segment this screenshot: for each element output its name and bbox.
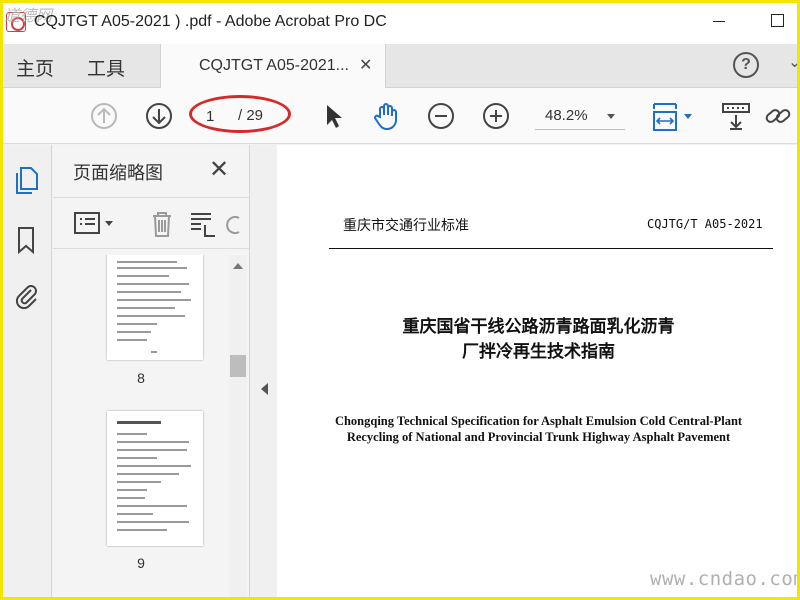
previous-page-icon[interactable] (88, 100, 120, 132)
document-tab[interactable]: CQJTGT A05-2021... ✕ (160, 44, 386, 88)
document-header-left: 重庆市交通行业标准 (343, 218, 469, 234)
options-menu-icon[interactable] (73, 210, 117, 238)
thumbnail-page-number: 8 (137, 370, 145, 386)
page-thumbnail-9[interactable] (107, 411, 203, 546)
menu-home[interactable]: 主页 (16, 54, 54, 81)
document-title-chinese: 重庆国省干线公路沥青路面乳化沥青 厂拌冷再生技术指南 (277, 315, 800, 365)
zoom-dropdown[interactable]: 48.2% (535, 102, 625, 130)
page-thumbnail-8[interactable] (107, 255, 203, 360)
page-thumbnails-panel: 页面缩略图 ✕ 8 9 (53, 145, 249, 600)
document-title-english-line2: Recycling of National and Provincial Tru… (346, 430, 731, 444)
scroll-mode-icon[interactable] (720, 100, 752, 132)
thumbnail-page-number: 9 (137, 555, 145, 571)
zoom-out-icon[interactable] (425, 100, 457, 132)
menu-tools[interactable]: 工具 (87, 54, 125, 81)
zoom-value: 48.2% (545, 107, 588, 124)
thumbnail-scrollbar[interactable] (229, 255, 247, 600)
window-title: CQJTGT A05-2021 ) .pdf - Adobe Acrobat P… (34, 13, 387, 30)
page-thumbnails-icon[interactable] (12, 165, 40, 195)
help-icon[interactable]: ? (733, 52, 759, 78)
menu-bar: 主页 工具 CQJTGT A05-2021... ✕ ? ⌄ (0, 44, 800, 88)
attachments-icon[interactable] (12, 280, 40, 310)
document-title-english: Chongqing Technical Specification for As… (277, 413, 800, 445)
title-bar: 道德网 CQJTGT A05-2021 ) .pdf - Adobe Acrob… (0, 0, 800, 44)
maximize-button[interactable] (768, 10, 788, 30)
bookmarks-icon[interactable] (12, 225, 40, 255)
share-link-icon[interactable] (762, 100, 794, 132)
panel-toolbar (53, 197, 249, 249)
delete-page-icon[interactable] (147, 210, 177, 238)
site-watermark: www.cndao.com (650, 568, 800, 590)
panel-collapse-strip[interactable] (249, 145, 277, 600)
panel-title: 页面缩略图 (73, 163, 163, 183)
rotate-page-icon[interactable] (225, 210, 245, 238)
minimize-button[interactable] (710, 10, 730, 30)
toolbar: / 29 48.2% (0, 88, 800, 144)
document-header-right: CQJTG/T A05-2021 (647, 217, 763, 231)
red-annotation-ellipse (189, 95, 291, 133)
document-title-english-line1: Chongqing Technical Specification for As… (334, 414, 743, 428)
scrollbar-thumb[interactable] (230, 355, 246, 377)
chevron-down-icon (607, 114, 615, 119)
close-panel-icon[interactable]: ✕ (209, 155, 229, 184)
next-page-icon[interactable] (143, 100, 175, 132)
thumbnail-list: 8 9 (53, 255, 229, 600)
select-cursor-icon[interactable] (318, 100, 350, 132)
document-page: 重庆市交通行业标准 CQJTG/T A05-2021 重庆国省干线公路沥青路面乳… (277, 145, 800, 600)
document-title-chinese-line2: 厂拌冷再生技术指南 (462, 342, 615, 362)
collapse-arrow-icon[interactable] (261, 383, 268, 395)
extract-pages-icon[interactable] (187, 210, 217, 238)
scroll-up-arrow-icon[interactable] (233, 263, 243, 269)
header-rule (329, 248, 773, 249)
fit-page-width-icon[interactable] (650, 100, 696, 132)
more-tabs-icon[interactable]: ⌄ (788, 52, 800, 72)
document-title-chinese-line1: 重庆国省干线公路沥青路面乳化沥青 (402, 317, 675, 337)
hand-tool-icon[interactable] (370, 100, 402, 132)
left-navigation-rail (0, 145, 52, 600)
close-tab-icon[interactable]: ✕ (359, 55, 372, 75)
document-tab-label: CQJTGT A05-2021... (199, 57, 349, 74)
zoom-in-icon[interactable] (480, 100, 512, 132)
